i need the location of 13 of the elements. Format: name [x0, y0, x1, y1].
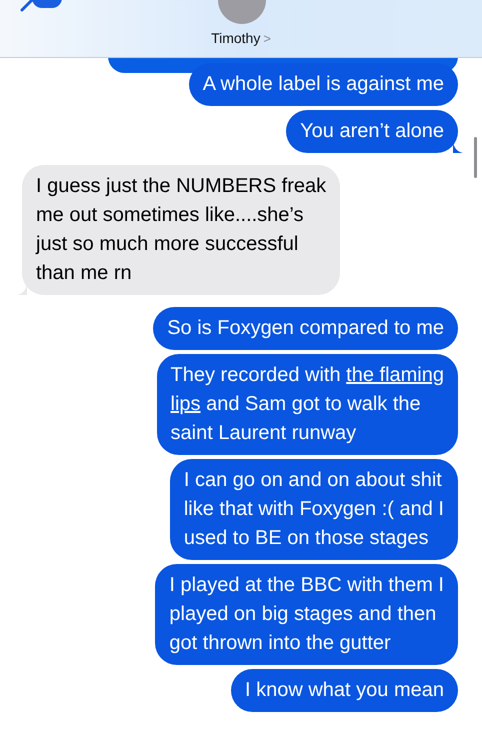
- message-text: You aren’t alone: [300, 119, 444, 144]
- message-text: I guess just the NUMBERS freak me out sometimes like....she’s just so much more successful than me rn: [36, 174, 326, 286]
- message-text: So is Foxygen compared to me: [167, 316, 444, 341]
- message-text: I know what you mean: [245, 678, 444, 703]
- message-text: I played at the BBC with them I played on big stages and then got thrown into the gutter: [169, 573, 444, 656]
- message-text: A whole label is against me: [202, 72, 444, 97]
- scroll-indicator: [474, 137, 477, 178]
- contact-name[interactable]: Timothy: [211, 28, 260, 49]
- link[interactable]: the flaming: [346, 364, 444, 386]
- message-text: I can go on and on about shit like that with Foxygen :( and I used to BE on those stages: [184, 468, 444, 551]
- message-text: They recorded with the flaming lips and Sam got to walk the saint Laurent runway: [170, 363, 444, 446]
- back-chevron-icon[interactable]: [18, 0, 34, 12]
- link[interactable]: lips: [170, 393, 201, 415]
